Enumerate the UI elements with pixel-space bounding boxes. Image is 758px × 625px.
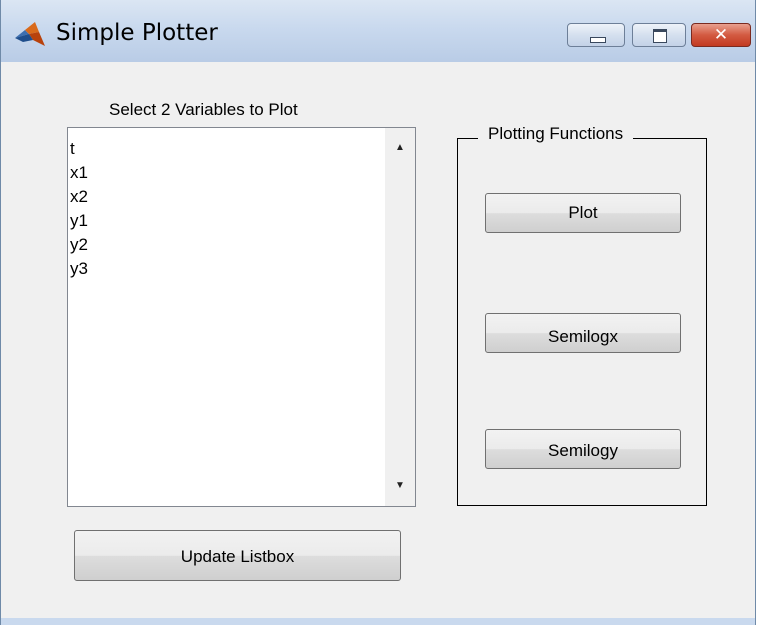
- scroll-down-arrow-icon[interactable]: ▼: [385, 474, 415, 498]
- simple-plotter-window: Simple Plotter ✕ Select 2 Variables to P…: [0, 0, 756, 625]
- title-bar[interactable]: Simple Plotter ✕: [1, 0, 755, 62]
- variable-list: t x1 x2 y1 y2 y3: [70, 137, 88, 281]
- list-item[interactable]: y3: [70, 257, 88, 281]
- semilogy-button[interactable]: Semilogy: [485, 429, 681, 469]
- plot-button[interactable]: Plot: [485, 193, 681, 233]
- list-item[interactable]: t: [70, 137, 88, 161]
- matlab-icon: [15, 22, 45, 46]
- variable-listbox[interactable]: t x1 x2 y1 y2 y3 ▲ ▼: [67, 127, 416, 507]
- minimize-button[interactable]: [567, 23, 625, 47]
- minimize-icon: [590, 37, 606, 43]
- listbox-scrollbar[interactable]: ▲ ▼: [385, 128, 415, 506]
- list-item[interactable]: x2: [70, 185, 88, 209]
- panel-title: Plotting Functions: [478, 124, 634, 144]
- list-item[interactable]: x1: [70, 161, 88, 185]
- window-title: Simple Plotter: [56, 20, 218, 46]
- maximize-button[interactable]: [632, 23, 686, 47]
- semilogx-button[interactable]: Semilogx: [485, 313, 681, 353]
- listbox-title: Select 2 Variables to Plot: [109, 100, 298, 119]
- list-item[interactable]: y2: [70, 233, 88, 257]
- maximize-icon: [653, 29, 667, 43]
- list-item[interactable]: y1: [70, 209, 88, 233]
- scroll-up-arrow-icon[interactable]: ▲: [385, 136, 415, 160]
- window-bottom-border: [1, 618, 755, 625]
- close-button[interactable]: ✕: [691, 23, 751, 47]
- close-icon: ✕: [713, 25, 729, 45]
- update-listbox-button[interactable]: Update Listbox: [74, 530, 401, 581]
